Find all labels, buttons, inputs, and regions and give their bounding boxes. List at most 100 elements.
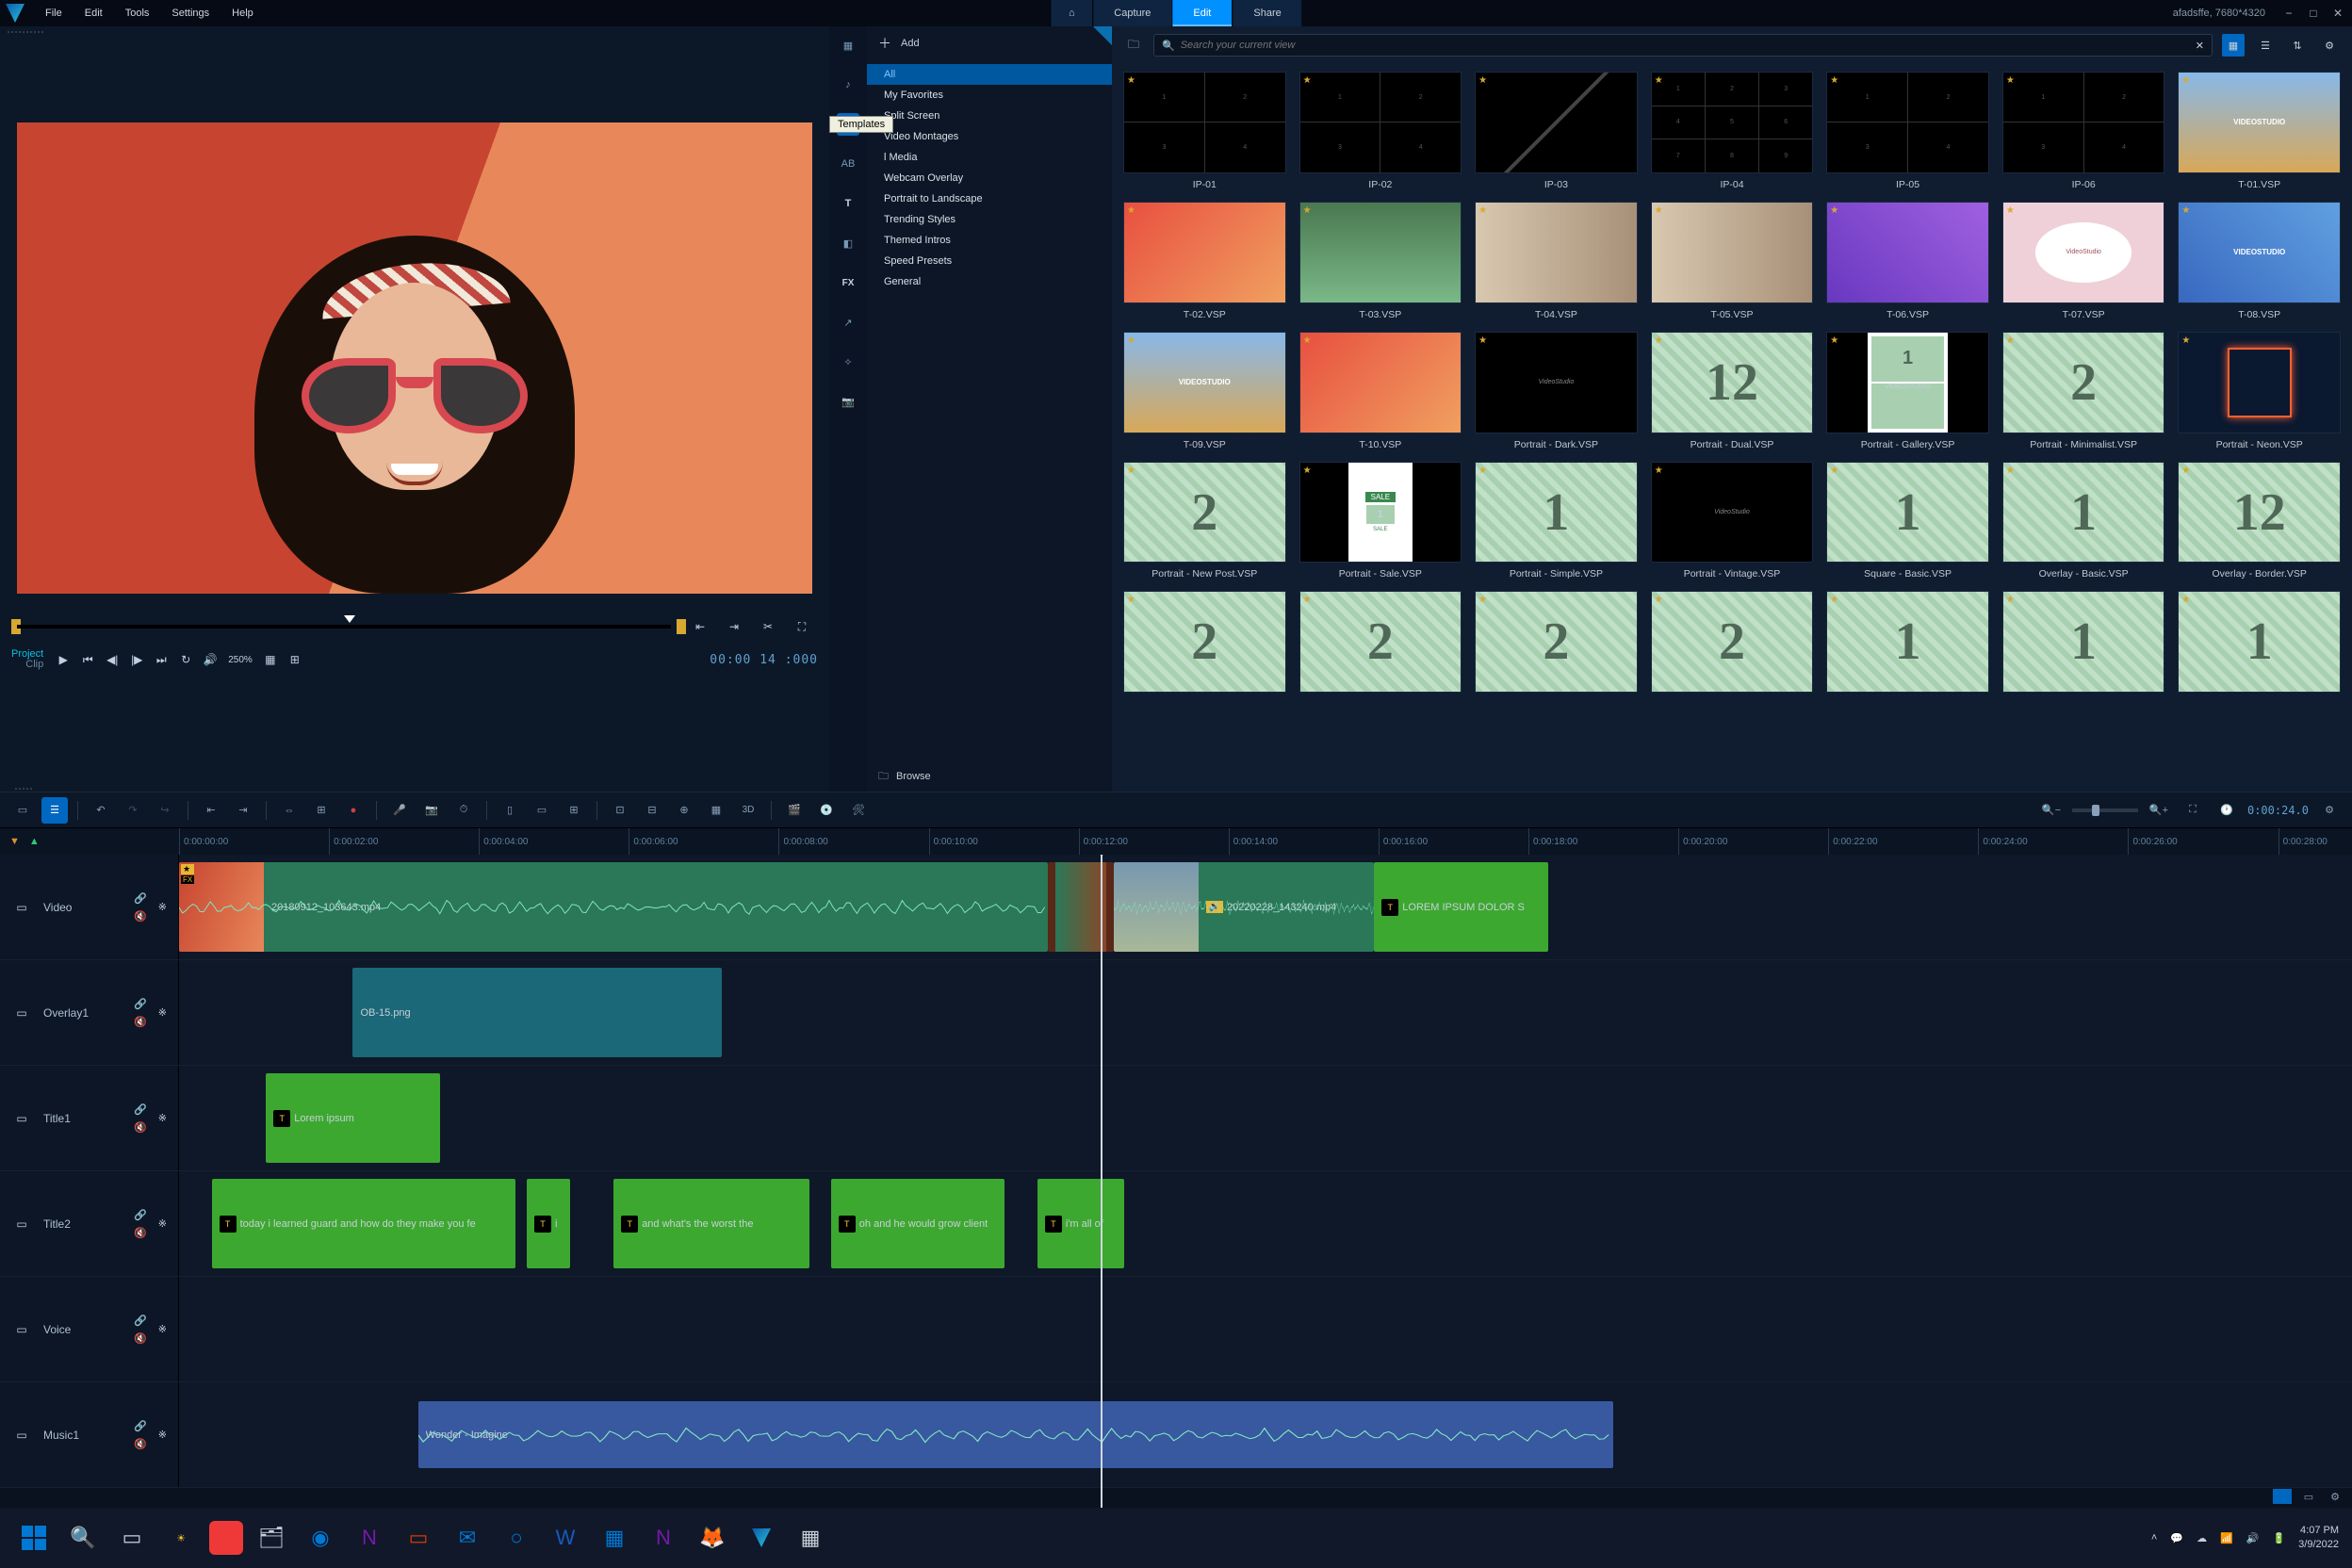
category-item[interactable]: All xyxy=(867,64,1112,85)
chapter-end-marker[interactable] xyxy=(677,619,686,634)
category-item[interactable]: l Media xyxy=(867,147,1112,168)
favorite-icon[interactable]: ★ xyxy=(2006,466,2015,476)
favorite-icon[interactable]: ★ xyxy=(1127,466,1135,476)
template-thumb[interactable]: ★1Portrait - Simple.VSP xyxy=(1475,462,1638,580)
template-thumb[interactable]: ★2 xyxy=(1475,591,1638,698)
start-button[interactable] xyxy=(13,1517,55,1559)
search-input[interactable] xyxy=(1181,40,2190,51)
favorite-icon[interactable]: ★ xyxy=(2181,595,2190,605)
redo-icon[interactable]: ↷ xyxy=(120,797,146,824)
preview-viewport[interactable] xyxy=(17,122,812,594)
track-header[interactable]: ▭Overlay1🔗🔇※ xyxy=(0,960,179,1065)
sort-icon[interactable]: ⇅ xyxy=(2286,34,2309,57)
timecode-display[interactable]: 00:00 14 :000 xyxy=(710,653,818,667)
vivaldi-icon[interactable] xyxy=(209,1521,243,1555)
volume-button[interactable]: 🔊 xyxy=(200,649,220,670)
favorite-icon[interactable]: ★ xyxy=(1127,75,1135,86)
track-lock-icon[interactable]: ※ xyxy=(158,1323,167,1335)
onenote-icon[interactable]: N xyxy=(349,1517,390,1559)
corner-view-icon[interactable] xyxy=(2273,1489,2292,1504)
template-thumb[interactable]: ★T-05.VSP xyxy=(1651,202,1814,320)
template-thumb[interactable]: ★2Portrait - Minimalist.VSP xyxy=(2002,332,2165,450)
audio-tab-icon[interactable]: ♪ xyxy=(837,74,859,96)
track-lock-icon[interactable]: ※ xyxy=(158,1429,167,1441)
weather-icon[interactable]: ☀ xyxy=(160,1517,202,1559)
storyboard-view-icon[interactable]: ▭ xyxy=(9,797,36,824)
favorite-icon[interactable]: ★ xyxy=(1830,335,1838,346)
tools-icon[interactable]: 🛠 xyxy=(845,797,872,824)
favorite-icon[interactable]: ★ xyxy=(1655,335,1663,346)
track-body[interactable]: ★FX20180912_103643.mp4🔊20220228_143240.m… xyxy=(179,855,2352,959)
favorite-icon[interactable]: ★ xyxy=(2006,205,2015,216)
track-body[interactable]: Wonder - Imagine xyxy=(179,1382,2352,1487)
edge-icon[interactable]: ◉ xyxy=(300,1517,341,1559)
corner-settings-icon[interactable]: ⚙ xyxy=(2326,1489,2344,1504)
template-thumb[interactable]: ★1 xyxy=(1826,591,1989,698)
camera-tab-icon[interactable]: 📷 xyxy=(837,390,859,413)
clip[interactable]: ★FX20180912_103643.mp4 xyxy=(179,862,1048,952)
track-mute-icon[interactable]: 🔇 xyxy=(134,1332,147,1345)
template-thumb[interactable]: ★T-03.VSP xyxy=(1299,202,1462,320)
favorite-icon[interactable]: ★ xyxy=(1830,205,1838,216)
zoom-out-icon[interactable]: 🔍− xyxy=(2038,797,2065,824)
track-link-icon[interactable]: 🔗 xyxy=(134,1315,147,1327)
snapshot-button[interactable]: ▦ xyxy=(260,649,281,670)
3d-icon[interactable]: 3D xyxy=(735,797,761,824)
favorite-icon[interactable]: ★ xyxy=(1478,335,1487,346)
category-item[interactable]: Speed Presets xyxy=(867,251,1112,271)
tab-capture[interactable]: Capture xyxy=(1092,0,1171,26)
favorite-icon[interactable]: ★ xyxy=(1127,595,1135,605)
template-thumb[interactable]: ★SALE1SALEPortrait - Sale.VSP xyxy=(1299,462,1462,580)
template-thumb[interactable]: ★2 xyxy=(1299,591,1462,698)
category-item[interactable]: Trending Styles xyxy=(867,209,1112,230)
multiview-icon[interactable]: ▦ xyxy=(703,797,729,824)
fit-icon[interactable]: ⛶ xyxy=(2180,797,2206,824)
onedrive-tray-icon[interactable]: ☁ xyxy=(2197,1532,2207,1544)
track-link-icon[interactable]: 🔗 xyxy=(134,998,147,1010)
template-thumb[interactable]: ★1Square - Basic.VSP xyxy=(1826,462,1989,580)
outlook-icon[interactable]: ✉ xyxy=(447,1517,488,1559)
template-thumb[interactable]: ★T-10.VSP xyxy=(1299,332,1462,450)
track-body[interactable] xyxy=(179,1277,2352,1381)
battery-tray-icon[interactable]: 🔋 xyxy=(2272,1532,2285,1544)
undo-icon[interactable]: ↶ xyxy=(88,797,114,824)
options-button[interactable]: ⊞ xyxy=(285,649,305,670)
favorite-icon[interactable]: ★ xyxy=(1655,595,1663,605)
clock-icon[interactable]: 🕐 xyxy=(2213,797,2240,824)
template-thumb[interactable]: ★1234IP-01 xyxy=(1123,72,1286,190)
loop-button[interactable]: ↻ xyxy=(175,649,196,670)
favorite-icon[interactable]: ★ xyxy=(1478,466,1487,476)
template-thumb[interactable]: ★T-02.VSP xyxy=(1123,202,1286,320)
template-thumb[interactable]: ★1 xyxy=(2002,591,2165,698)
search-field[interactable]: 🔍 ✕ xyxy=(1153,34,2213,57)
subtitle-icon[interactable]: ▭ xyxy=(529,797,555,824)
track-mute-icon[interactable]: 🔇 xyxy=(134,1121,147,1134)
add-marker-icon[interactable]: ▼ xyxy=(9,836,20,847)
snapshot2-icon[interactable]: 📷 xyxy=(418,797,445,824)
app11-icon[interactable]: ▦ xyxy=(790,1517,831,1559)
explorer-icon[interactable]: 🗂 xyxy=(251,1517,292,1559)
clip[interactable]: Ti'm all of xyxy=(1037,1179,1124,1268)
favorite-icon[interactable]: ★ xyxy=(1303,595,1312,605)
favorite-icon[interactable]: ★ xyxy=(1303,335,1312,346)
corner-panel-icon[interactable]: ▭ xyxy=(2299,1489,2318,1504)
minimize-button[interactable]: − xyxy=(2280,8,2297,19)
favorite-icon[interactable]: ★ xyxy=(1478,205,1487,216)
template-thumb[interactable]: ★12Overlay - Border.VSP xyxy=(2178,462,2341,580)
track-lock-icon[interactable]: ※ xyxy=(158,1006,167,1019)
mark-out-icon[interactable]: ⇥ xyxy=(724,616,744,637)
office-icon[interactable]: ▭ xyxy=(398,1517,439,1559)
expand-icon[interactable]: ⛶ xyxy=(792,616,812,637)
template-thumb[interactable]: ★T-06.VSP xyxy=(1826,202,1989,320)
browse-row[interactable]: 🗀 Browse xyxy=(867,761,1112,792)
prev-frame-button[interactable]: ⏮ xyxy=(77,649,98,670)
template-thumb[interactable]: ★Portrait - Neon.VSP xyxy=(2178,332,2341,450)
markin-icon[interactable]: ⇤ xyxy=(198,797,224,824)
track-link-icon[interactable]: 🔗 xyxy=(134,1103,147,1116)
template-thumb[interactable]: ★1Overlay - Basic.VSP xyxy=(2002,462,2165,580)
favorite-icon[interactable]: ★ xyxy=(2181,466,2190,476)
category-item[interactable]: Webcam Overlay xyxy=(867,168,1112,188)
template-thumb[interactable]: ★1234IP-06 xyxy=(2002,72,2165,190)
movie-icon[interactable]: 🎬 xyxy=(781,797,808,824)
zoom-in-icon[interactable]: 🔍+ xyxy=(2146,797,2172,824)
